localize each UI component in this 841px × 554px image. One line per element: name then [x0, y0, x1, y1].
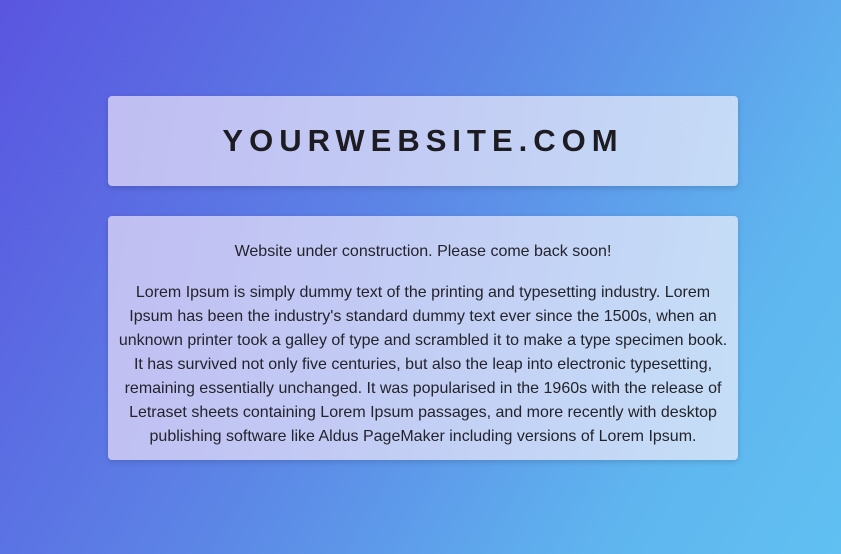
header-card: YOURWEBSITE.COM	[108, 96, 738, 186]
content-card: Website under construction. Please come …	[108, 216, 738, 460]
construction-notice: Website under construction. Please come …	[234, 243, 612, 260]
body-text: Lorem Ipsum is simply dummy text of the …	[118, 284, 728, 445]
site-title: YOURWEBSITE.COM	[222, 123, 624, 158]
